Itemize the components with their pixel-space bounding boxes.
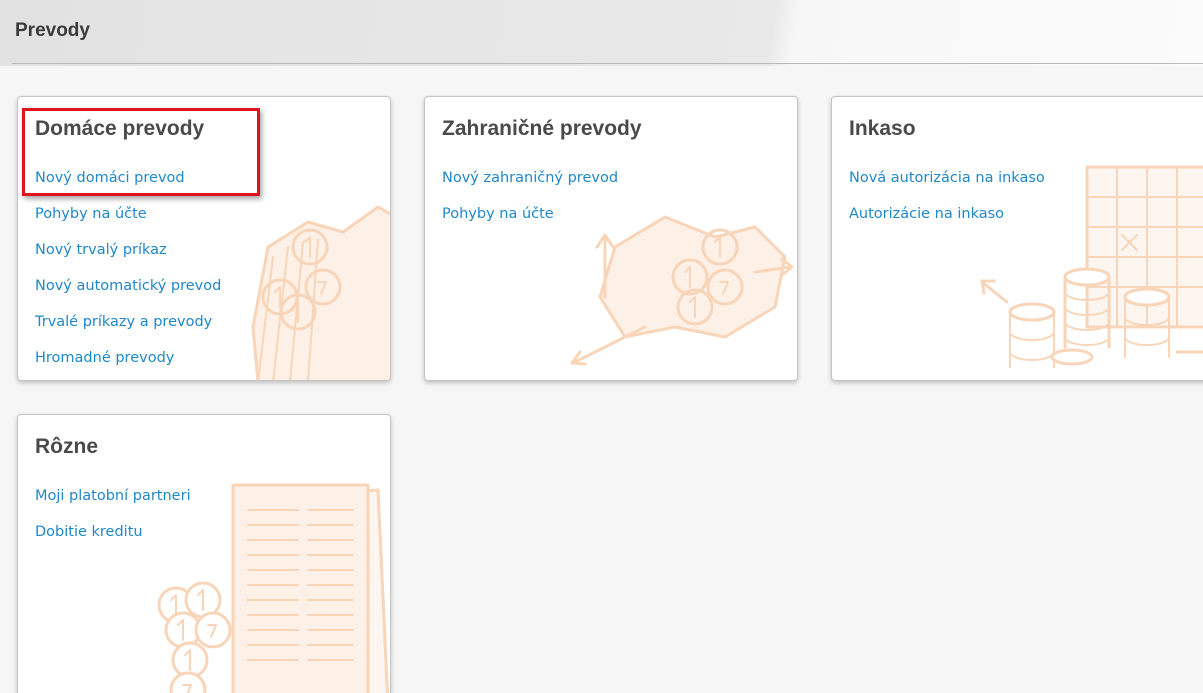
- link-account-movements[interactable]: Pohyby na účte: [35, 205, 221, 241]
- link-payment-partners[interactable]: Moji platobní partneri: [35, 487, 191, 523]
- link-new-foreign-transfer[interactable]: Nový zahraničný prevod: [442, 169, 618, 205]
- page-header: Prevody: [0, 0, 1203, 66]
- link-new-debit-authorization[interactable]: Nová autorizácia na inkaso: [849, 169, 1045, 205]
- link-bulk-transfers[interactable]: Hromadné prevody: [35, 349, 221, 380]
- link-credit-top-up[interactable]: Dobitie kreditu: [35, 523, 191, 559]
- page-title: Prevody: [15, 20, 90, 41]
- card-direct-debit: Inkaso Nová autorizácia na inkaso Autori…: [831, 96, 1203, 381]
- highlight-box: [22, 108, 260, 196]
- link-debit-authorizations[interactable]: Autorizácie na inkaso: [849, 205, 1045, 241]
- card-title: Zahraničné prevody: [442, 117, 642, 140]
- link-standing-orders-and-transfers[interactable]: Trvalé príkazy a prevody: [35, 313, 221, 349]
- header-divider: [12, 63, 1203, 64]
- link-account-movements[interactable]: Pohyby na účte: [442, 205, 618, 241]
- card-title: Rôzne: [35, 435, 98, 458]
- link-new-standing-order[interactable]: Nový trvalý príkaz: [35, 241, 221, 277]
- card-foreign-transfers: Zahraničné prevody Nový zahraničný prevo…: [424, 96, 798, 381]
- link-new-automatic-transfer[interactable]: Nový automatický prevod: [35, 277, 221, 313]
- card-miscellaneous: Rôzne Moji platobní partneri Dobitie kre…: [17, 414, 391, 693]
- card-title: Inkaso: [849, 117, 916, 140]
